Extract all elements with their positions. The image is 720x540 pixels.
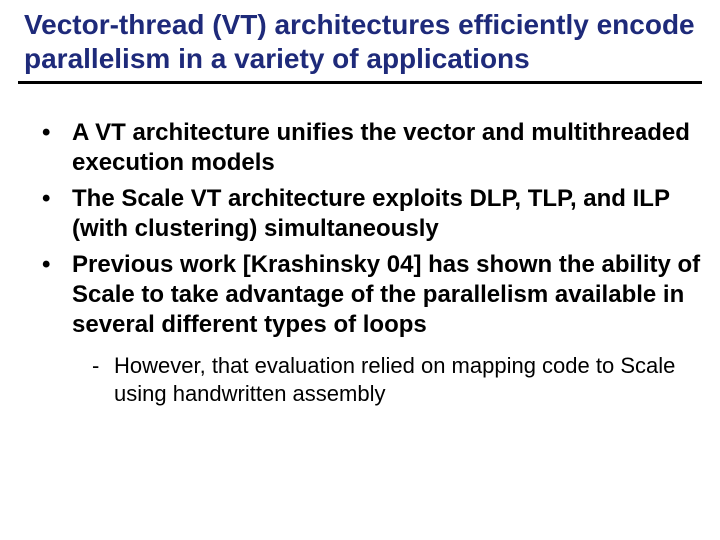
bullet-item: Previous work [Krashinsky 04] has shown … (42, 250, 702, 407)
bullet-text: Previous work [Krashinsky 04] has shown … (72, 251, 700, 338)
bullet-list: A VT architecture unifies the vector and… (18, 118, 702, 407)
slide: Vector-thread (VT) architectures efficie… (0, 0, 720, 540)
sub-bullet-list: However, that evaluation relied on mappi… (72, 352, 702, 407)
sub-bullet-item: However, that evaluation relied on mappi… (92, 352, 702, 407)
bullet-item: The Scale VT architecture exploits DLP, … (42, 184, 702, 244)
bullet-item: A VT architecture unifies the vector and… (42, 118, 702, 178)
slide-title: Vector-thread (VT) architectures efficie… (18, 8, 702, 84)
